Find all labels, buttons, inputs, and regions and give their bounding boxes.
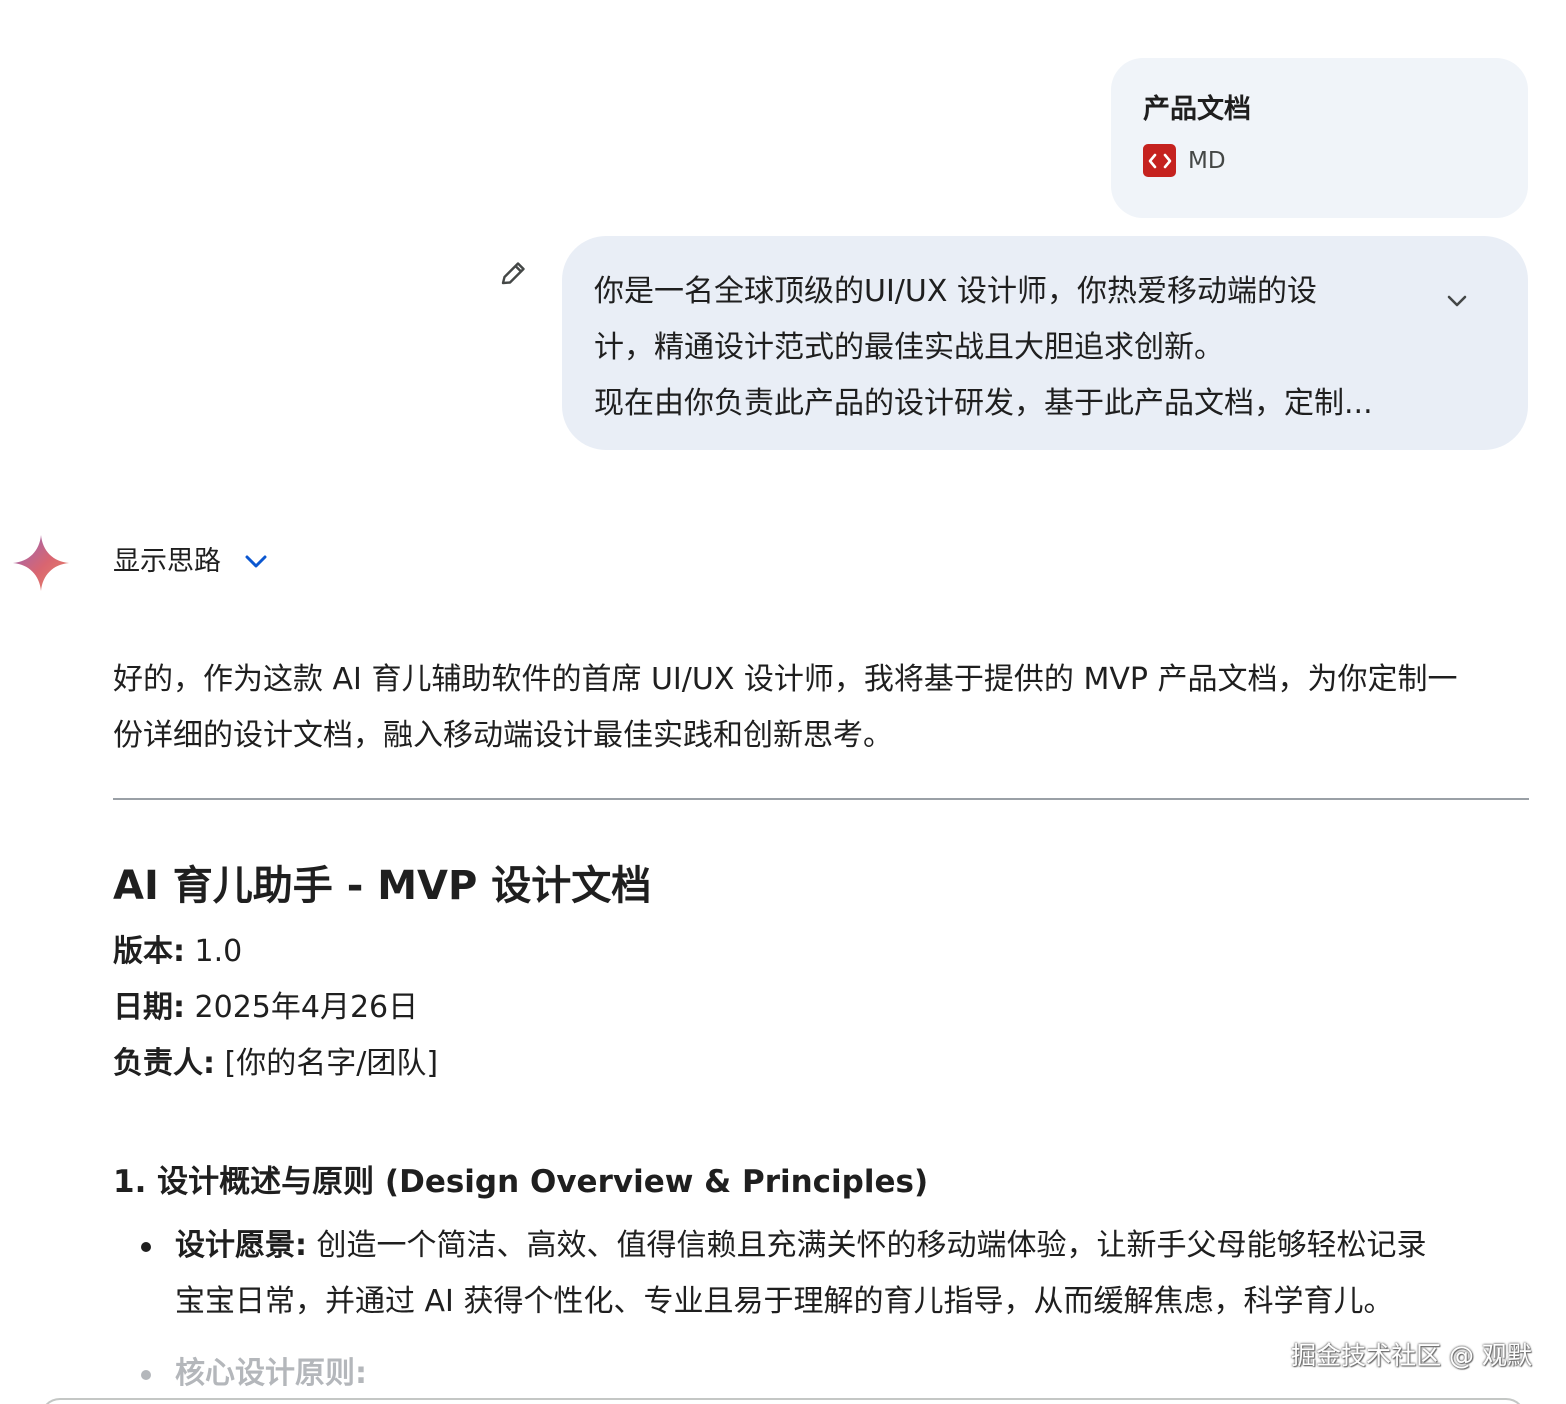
- chat-page: 产品文档 MD 你是一名全球顶级的UI/UX 设计师，你热爱移动端的设 计，精通…: [0, 0, 1566, 1404]
- response-intro-line: 份详细的设计文档，融入移动端设计最佳实践和创新思考。: [113, 718, 893, 753]
- attachment-title: 产品文档: [1143, 94, 1251, 125]
- meta-key: 负责人:: [113, 1046, 215, 1081]
- meta-value: 2025年4月26日: [185, 990, 419, 1025]
- meta-value: [你的名字/团队]: [215, 1046, 439, 1081]
- chevron-down-icon[interactable]: [1442, 286, 1472, 316]
- response-intro-line: 好的，作为这款 AI 育儿辅助软件的首席 UI/UX 设计师，我将基于提供的 M…: [113, 662, 1458, 697]
- gemini-spark-icon: [12, 534, 70, 592]
- pencil-icon[interactable]: [497, 258, 529, 290]
- show-thoughts-toggle[interactable]: 显示思路: [113, 540, 271, 584]
- user-message-bubble: 你是一名全球顶级的UI/UX 设计师，你热爱移动端的设 计，精通设计范式的最佳实…: [562, 236, 1528, 450]
- bullet-key: 设计愿景:: [175, 1228, 307, 1263]
- bullet-key: 核心设计原则:: [175, 1356, 367, 1391]
- code-file-icon: [1143, 144, 1176, 177]
- meta-key: 日期:: [113, 990, 185, 1025]
- attachment-meta: MD: [1143, 144, 1496, 177]
- user-message-line: 你是一名全球顶级的UI/UX 设计师，你热爱移动端的设: [594, 274, 1317, 309]
- bullet-text: 创造一个简洁、高效、值得信赖且充满关怀的移动端体验，让新手父母能够轻松记录: [307, 1228, 1427, 1263]
- meta-key: 版本:: [113, 934, 185, 969]
- bullet-text: 宝宝日常，并通过 AI 获得个性化、专业且易于理解的育儿指导，从而缓解焦虑，科学…: [175, 1284, 1394, 1319]
- show-thoughts-label: 显示思路: [113, 546, 221, 577]
- divider: [113, 798, 1529, 800]
- section-heading: 1. 设计概述与原则 (Design Overview & Principles…: [113, 1164, 929, 1200]
- model-response: 好的，作为这款 AI 育儿辅助软件的首席 UI/UX 设计师，我将基于提供的 M…: [113, 652, 1529, 1402]
- attachment-card[interactable]: 产品文档 MD: [1111, 58, 1528, 218]
- user-message-line: 计，精通设计范式的最佳实战且大胆追求创新。: [594, 330, 1224, 365]
- chevron-down-icon: [241, 547, 271, 577]
- meta-version: 版本: 1.0: [113, 924, 1529, 980]
- chat-input-box[interactable]: [40, 1398, 1526, 1404]
- meta-value: 1.0: [185, 934, 243, 969]
- bullet-list: 设计愿景: 创造一个简洁、高效、值得信赖且充满关怀的移动端体验，让新手父母能够轻…: [113, 1218, 1529, 1402]
- meta-owner: 负责人: [你的名字/团队]: [113, 1036, 1529, 1092]
- response-intro: 好的，作为这款 AI 育儿辅助软件的首席 UI/UX 设计师，我将基于提供的 M…: [113, 652, 1529, 764]
- attachment-file-type: MD: [1188, 147, 1226, 174]
- watermark: 掘金技术社区 @ 观默: [1291, 1341, 1532, 1370]
- list-item: 设计愿景: 创造一个简洁、高效、值得信赖且充满关怀的移动端体验，让新手父母能够轻…: [141, 1218, 1529, 1330]
- doc-title: AI 育儿助手 - MVP 设计文档: [113, 863, 652, 909]
- user-message-line: 现在由你负责此产品的设计研发，基于此产品文档，定制...: [594, 386, 1373, 421]
- meta-date: 日期: 2025年4月26日: [113, 980, 1529, 1036]
